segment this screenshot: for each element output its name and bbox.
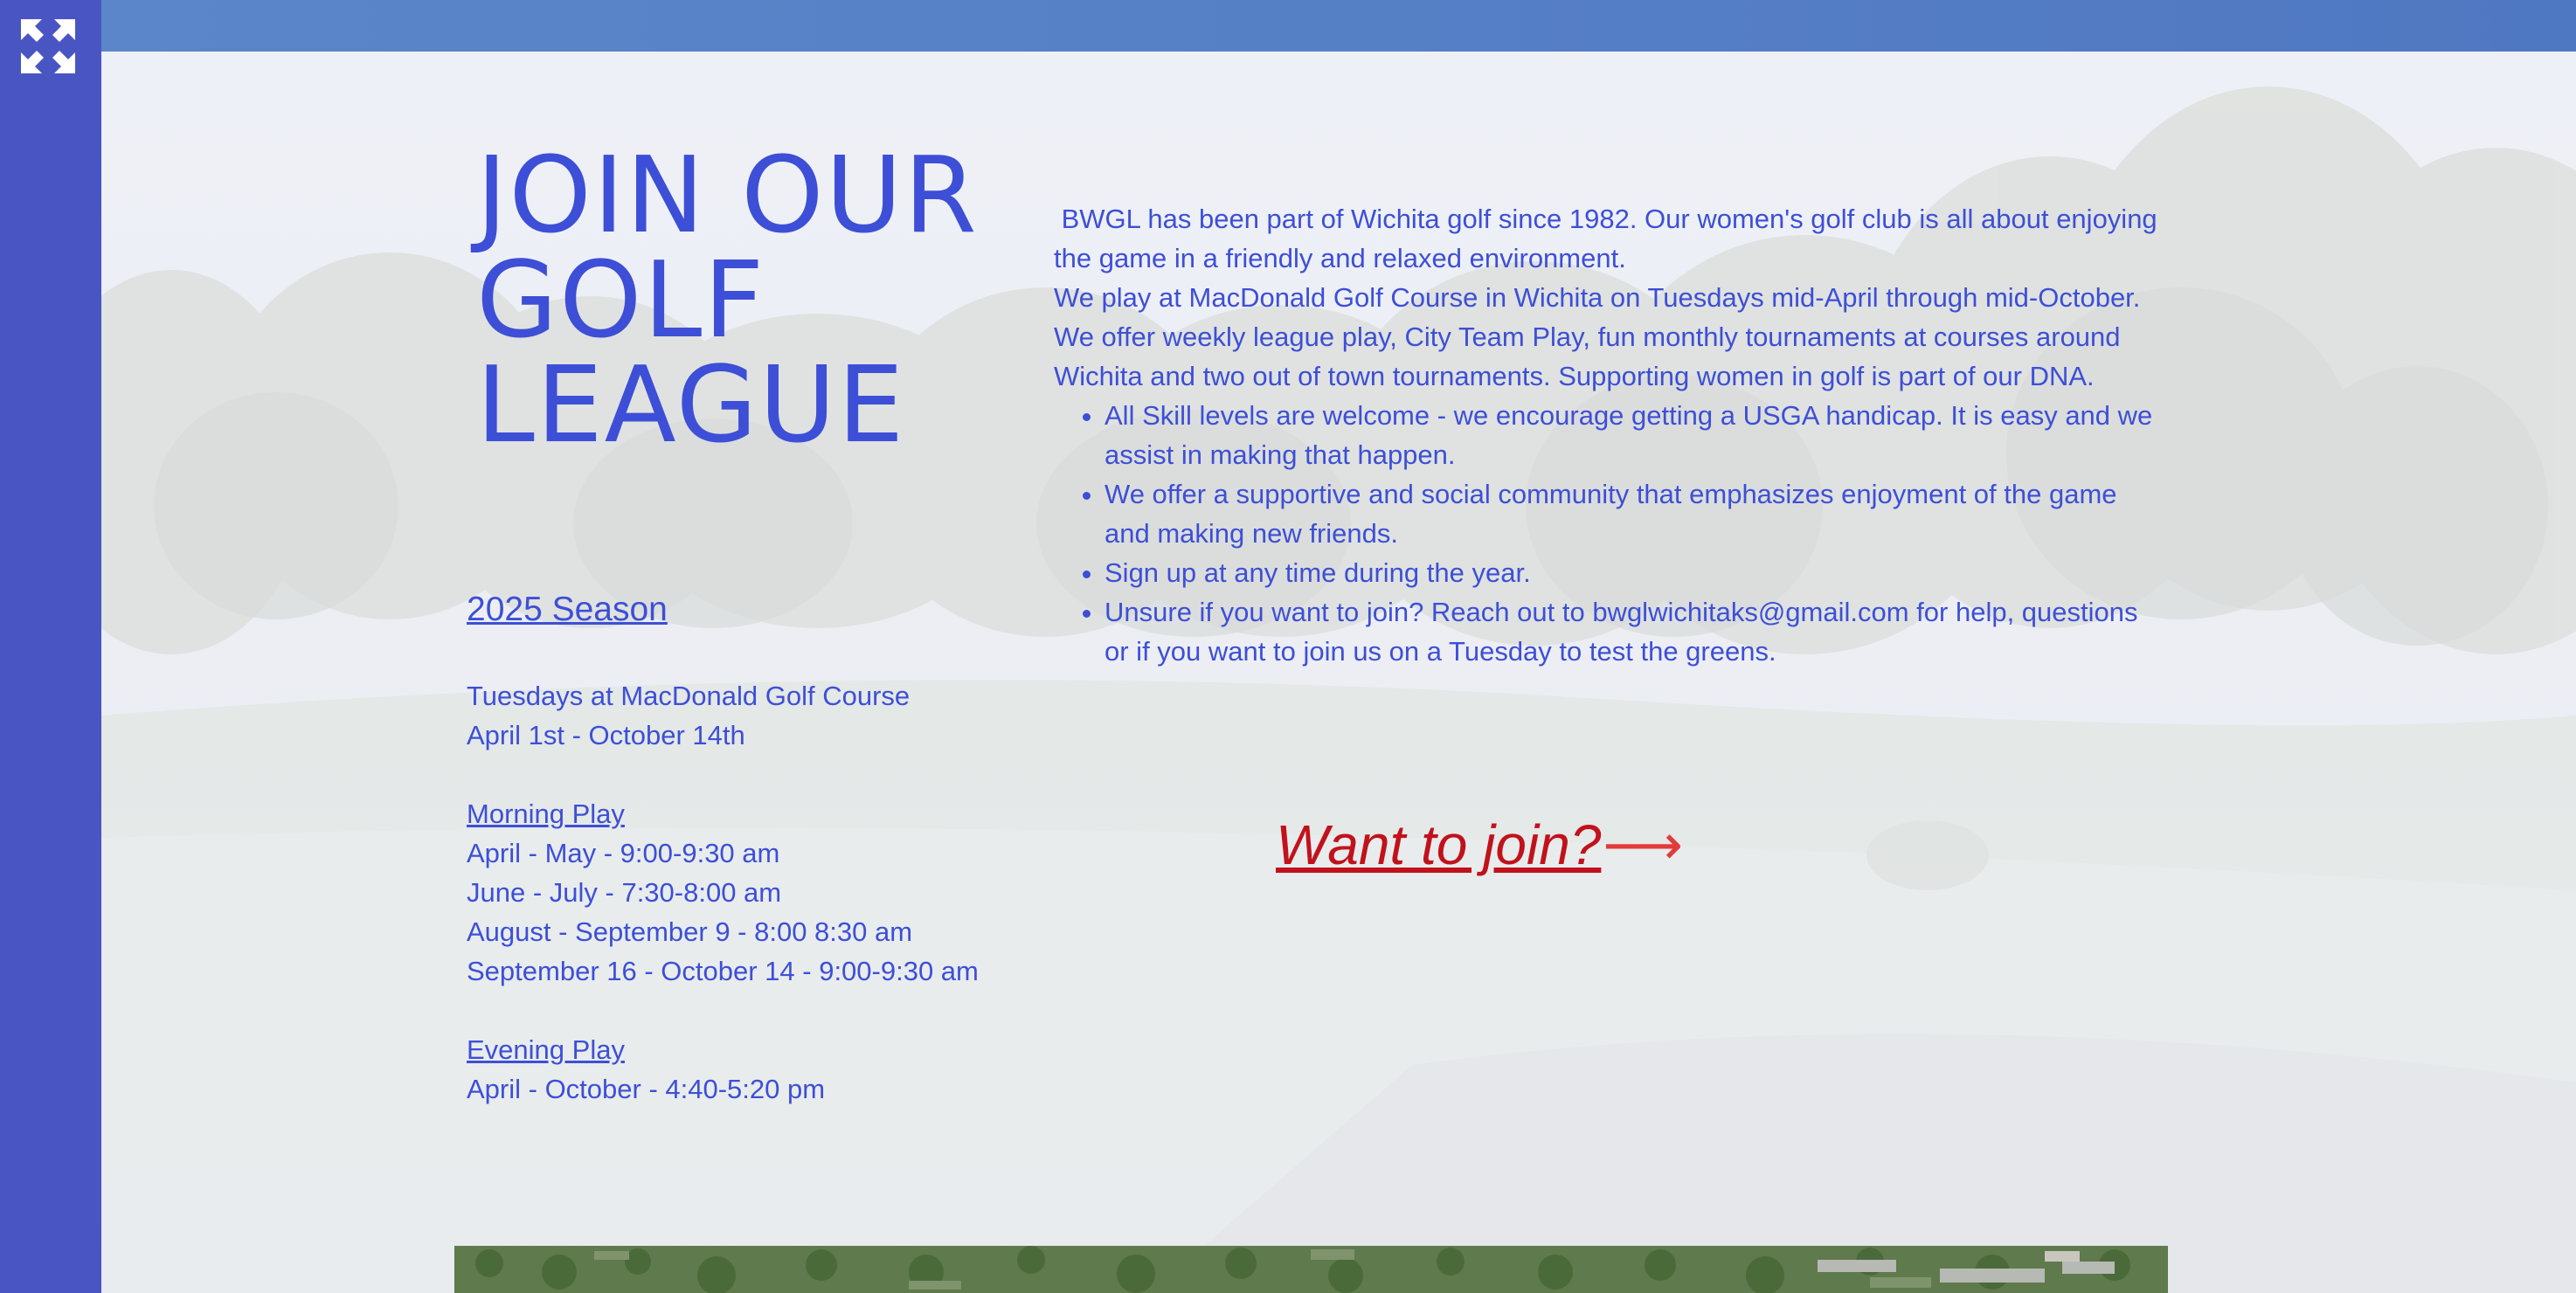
morning-play-item: June - July - 7:30-8:00 am xyxy=(467,877,782,908)
page-title-line: JOIN OUR xyxy=(476,135,979,257)
aerial-course-photo xyxy=(454,1246,2168,1293)
left-sidebar xyxy=(0,0,101,1293)
benefits-list: All Skill levels are welcome - we encour… xyxy=(1054,396,2164,671)
page: JOIN OUR GOLF LEAGUE BWGL has been part … xyxy=(0,0,2576,1293)
evening-play-heading[interactable]: Evening Play xyxy=(467,1030,1078,1069)
list-item: Unsure if you want to join? Reach out to… xyxy=(1104,592,2164,671)
list-item: All Skill levels are welcome - we encour… xyxy=(1104,396,2164,474)
evening-play-item: April - October - 4:40-5:20 pm xyxy=(467,1074,826,1104)
course-line: Tuesdays at MacDonald Golf Course xyxy=(467,681,911,711)
intro-paragraph: We play at MacDonald Golf Course in Wich… xyxy=(1054,282,2141,391)
page-title-line: LEAGUE xyxy=(476,345,906,467)
expand-arrows-icon[interactable] xyxy=(17,16,79,77)
morning-play-heading[interactable]: Morning Play xyxy=(467,794,1078,833)
morning-play-item: September 16 - October 14 - 9:00-9:30 am xyxy=(467,956,979,986)
right-arrow-icon: ⟶ xyxy=(1603,813,1684,876)
list-item: We offer a supportive and social communi… xyxy=(1104,474,2164,553)
date-range: April 1st - October 14th xyxy=(467,720,745,750)
season-title-link[interactable]: 2025 Season xyxy=(467,584,1078,636)
want-to-join-label[interactable]: Want to join? xyxy=(1276,813,1601,876)
page-title: JOIN OUR GOLF LEAGUE xyxy=(476,144,1044,459)
want-to-join-link[interactable]: Want to join?⟶ xyxy=(1276,812,1683,878)
page-title-line: GOLF xyxy=(476,240,766,362)
morning-play-item: April - May - 9:00-9:30 am xyxy=(467,838,780,868)
list-item: Sign up at any time during the year. xyxy=(1104,553,2164,592)
top-banner-band xyxy=(101,0,2576,52)
intro-paragraph: BWGL has been part of Wichita golf since… xyxy=(1054,204,2165,273)
intro-section: BWGL has been part of Wichita golf since… xyxy=(1054,199,2164,671)
morning-play-item: August - September 9 - 8:00 8:30 am xyxy=(467,916,913,947)
season-schedule: 2025 Season Tuesdays at MacDonald Golf C… xyxy=(467,584,1078,1109)
